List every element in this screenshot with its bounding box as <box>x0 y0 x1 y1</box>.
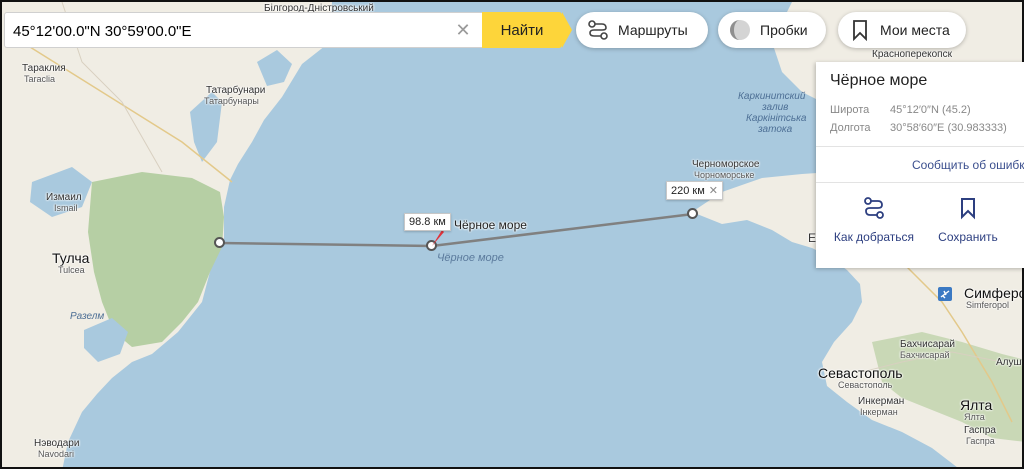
traffic-button[interactable]: Пробки <box>718 12 826 48</box>
label-tarakliya: Тараклия <box>22 63 66 74</box>
longitude-value: 30°58′60″E (30.983333) <box>890 122 1007 134</box>
label-izmail-ro: Ismail <box>54 203 78 213</box>
label-yalta: Ялта <box>960 397 993 413</box>
routes-label: Маршруты <box>618 22 688 38</box>
find-button[interactable]: Найти <box>482 12 572 48</box>
longitude-label: Долгота <box>830 122 871 134</box>
latitude-row: Широта 45°12′0″N (45.2) <box>830 104 971 116</box>
label-chernomorske: Чорноморське <box>694 170 755 180</box>
label-navodari: Нэводари <box>34 438 80 449</box>
bookmark-icon <box>961 198 975 220</box>
report-error-link[interactable]: Сообщить об ошибке <box>912 158 1024 172</box>
label-krasnoperekopsk: Красноперекопск <box>872 49 952 60</box>
label-black-sea-marker: Чёрное море <box>454 218 527 232</box>
latitude-value: 45°12′0″N (45.2) <box>890 104 971 116</box>
label-gaspra: Гаспра <box>964 425 996 436</box>
traffic-label: Пробки <box>760 22 808 38</box>
route-icon <box>864 197 884 219</box>
label-inkerman: Инкерман <box>858 396 905 407</box>
label-chernomorskoe: Черноморское <box>692 159 760 170</box>
label-karkinit-2: залив <box>762 102 789 113</box>
my-places-button[interactable]: Мои места <box>838 12 966 48</box>
longitude-row: Долгота 30°58′60″E (30.983333) <box>830 122 1007 134</box>
route-icon <box>586 18 610 42</box>
label-navodari-ro: Navodari <box>38 449 75 459</box>
search-box: ✕ <box>4 12 482 48</box>
place-info-panel: Чёрное море Широта 45°12′0″N (45.2) Долг… <box>816 62 1024 268</box>
label-karkinit-1: Каркинитский <box>738 91 806 102</box>
label-simferopol: Симферополь <box>964 285 1022 301</box>
label-izmail: Измаил <box>46 192 82 203</box>
label-inkerman-sub: Інкерман <box>860 407 898 417</box>
label-karkinit-3: Каркінітська <box>746 113 807 124</box>
routes-button[interactable]: Маршруты <box>576 12 708 48</box>
label-alushta: Алушта <box>996 357 1022 368</box>
ruler-remove-icon[interactable]: ✕ <box>709 185 718 197</box>
panel-divider <box>816 182 1024 183</box>
label-taraclia: Taraclia <box>24 74 56 84</box>
label-sevastopol-sub: Севастополь <box>838 380 893 390</box>
label-karkinit-4: затока <box>758 124 793 135</box>
latitude-label: Широта <box>830 104 870 116</box>
ruler-vertex-end[interactable] <box>687 208 698 219</box>
label-sevastopol: Севастополь <box>818 365 903 381</box>
my-places-label: Мои места <box>880 22 950 38</box>
label-tulcea: Tulcea <box>58 265 85 275</box>
label-razelm: Разелм <box>70 311 105 322</box>
label-gaspra-sub: Гаспра <box>966 436 995 446</box>
save-place-label: Сохранить <box>938 230 998 244</box>
get-directions-label: Как добраться <box>833 230 915 244</box>
label-tatarbunary-ru: Татарбунары <box>204 96 259 106</box>
panel-divider <box>816 146 1024 147</box>
label-yalta-sub: Ялта <box>964 412 985 422</box>
label-bakhchisarai-sub: Бахчисарай <box>900 350 950 360</box>
label-black-sea: Чёрное море <box>437 252 504 264</box>
airport-icon <box>938 287 952 301</box>
bookmark-icon <box>848 18 872 42</box>
save-place-button[interactable]: Сохранить <box>918 192 1018 244</box>
get-directions-button[interactable]: Как добраться <box>824 192 924 244</box>
clear-search-icon[interactable]: ✕ <box>454 21 472 39</box>
search-input[interactable] <box>13 21 443 41</box>
ruler-segment-label: 98.8 км <box>404 213 451 231</box>
label-bakhchisarai: Бахчисарай <box>900 339 955 350</box>
label-tatarbunary-ua: Татарбунари <box>206 85 266 96</box>
ruler-total-label: 220 км ✕ <box>666 181 724 200</box>
place-title: Чёрное море <box>830 72 928 89</box>
label-tulcha: Тулча <box>52 250 90 266</box>
ruler-vertex-start[interactable] <box>214 237 225 248</box>
traffic-circle-icon <box>728 18 752 42</box>
label-simferopol-sub: Simferopol <box>966 300 1010 310</box>
